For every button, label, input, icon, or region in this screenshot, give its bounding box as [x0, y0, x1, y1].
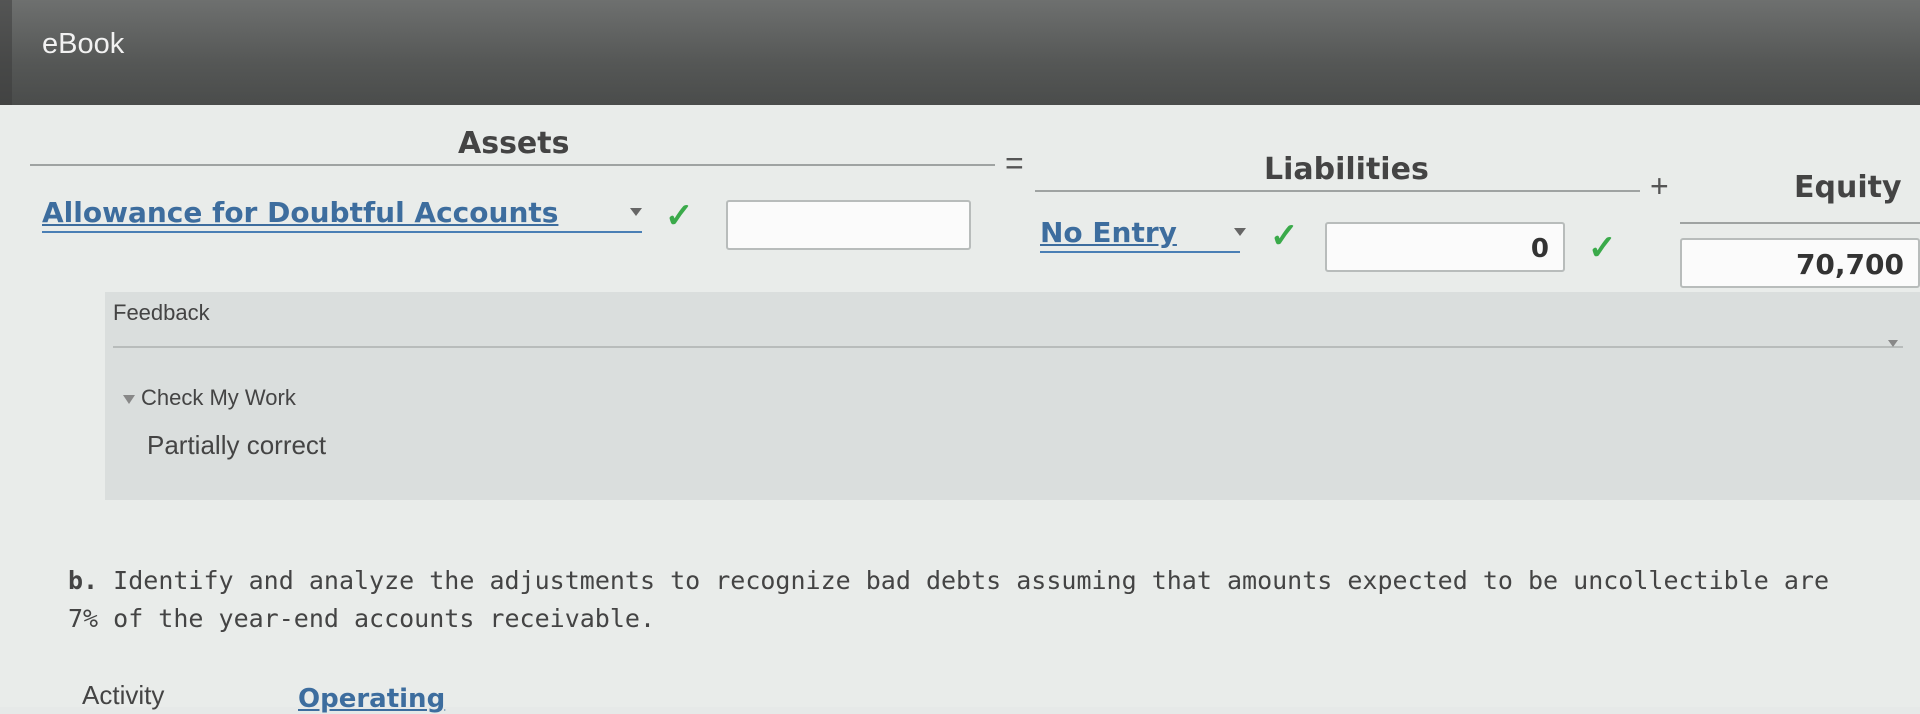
check-my-work-toggle[interactable]: Check My Work [123, 385, 296, 411]
liabilities-account-value: No Entry [1040, 216, 1177, 249]
check-icon: ✓ [1588, 229, 1617, 267]
equity-amount-input[interactable]: 70,700 [1680, 238, 1920, 288]
feedback-result: Partially correct [147, 430, 327, 460]
check-icon: ✓ [665, 197, 694, 235]
question-letter: b. [68, 566, 99, 595]
assets-header: Assets [458, 126, 570, 161]
liabilities-rule [1035, 190, 1640, 192]
equity-rule [1680, 222, 1920, 224]
collapse-arrow-icon[interactable] [1888, 340, 1898, 347]
activity-label: Activity [82, 680, 165, 710]
chevron-down-icon [1234, 228, 1246, 236]
question-text: Identify and analyze the adjustments to … [68, 566, 1830, 633]
assets-amount-input[interactable] [726, 200, 971, 250]
feedback-divider [113, 346, 1903, 348]
liabilities-amount-input[interactable]: 0 [1325, 222, 1565, 272]
liabilities-header: Liabilities [1264, 152, 1429, 187]
liabilities-account-select[interactable]: No Entry [1040, 216, 1246, 253]
plus-symbol: + [1650, 168, 1669, 204]
activity-select[interactable]: Operating [298, 684, 445, 714]
feedback-panel: Feedback Check My Work Partially correct [105, 292, 1920, 500]
feedback-title: Feedback [113, 300, 210, 325]
assets-rule [30, 164, 995, 166]
check-my-work-label: Check My Work [141, 385, 296, 410]
equity-header: Equity [1794, 170, 1902, 205]
ebook-title[interactable]: eBook [42, 28, 124, 61]
assets-account-value: Allowance for Doubtful Accounts [42, 196, 559, 229]
check-icon: ✓ [1270, 217, 1299, 255]
question-b: b. Identify and analyze the adjustments … [68, 562, 1848, 638]
equals-symbol: = [1005, 145, 1024, 181]
triangle-down-icon [123, 394, 135, 404]
top-bar: eBook [0, 0, 1920, 105]
chevron-down-icon [630, 208, 642, 216]
assets-account-select[interactable]: Allowance for Doubtful Accounts [42, 196, 642, 233]
